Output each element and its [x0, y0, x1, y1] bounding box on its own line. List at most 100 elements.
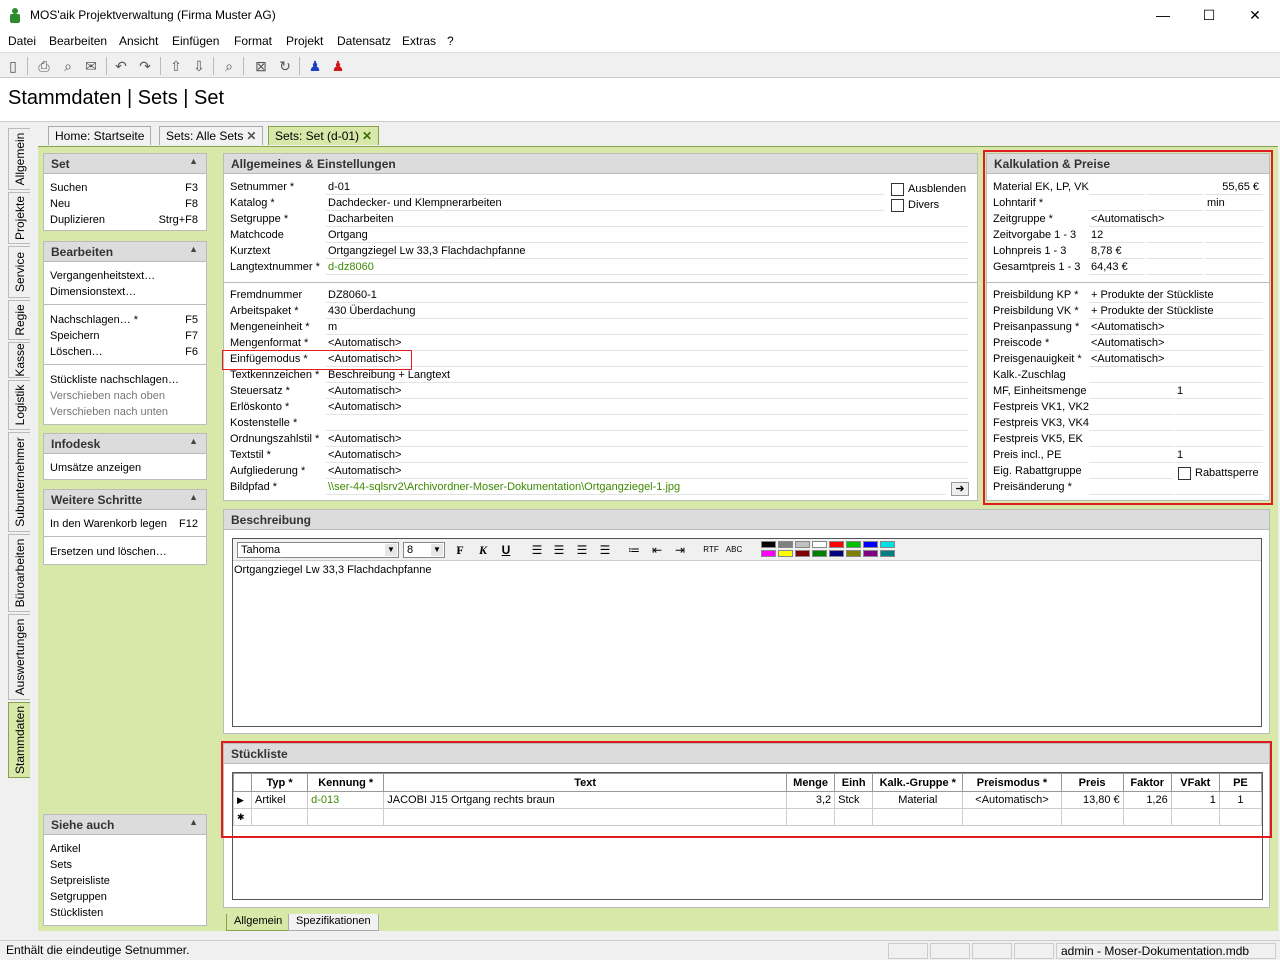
sidebar-item-vergangenheitstext[interactable]: Vergangenheitstext… [50, 270, 155, 282]
field-input[interactable]: <Automatisch> [326, 352, 968, 367]
menu-ansicht[interactable]: Ansicht [119, 34, 158, 48]
color-swatch[interactable] [812, 541, 827, 548]
sidebar-item-verschieben-unten[interactable]: Verschieben nach unten [50, 406, 168, 418]
color-swatch[interactable] [778, 541, 793, 548]
menu-bearbeiten[interactable]: Bearbeiten [49, 34, 107, 48]
sidebar-item-neu[interactable]: Neu [50, 198, 70, 210]
vtab-bueroarbeiten[interactable]: Büroarbeiten [8, 534, 30, 612]
tab-allgemein-bottom[interactable]: Allgemein [226, 914, 291, 931]
color-swatch[interactable] [778, 550, 793, 557]
field-input[interactable]: Dachdecker- und Klempnerarbeiten [326, 196, 884, 211]
color-swatch[interactable] [880, 541, 895, 548]
field-input[interactable]: DZ8060-1 [326, 288, 968, 303]
browse-arrow-icon[interactable]: ➜ [951, 482, 969, 496]
description-text[interactable]: Ortgangziegel Lw 33,3 Flachdachpfanne [234, 564, 432, 576]
sidebar-item-dimensionstext[interactable]: Dimensionstext… [50, 286, 136, 298]
underline-button[interactable]: U [499, 541, 513, 559]
sidebar-item-suchen[interactable]: Suchen [50, 182, 87, 194]
tab-spezifikationen[interactable]: Spezifikationen [288, 914, 379, 931]
sidebar-item-speichern[interactable]: Speichern [50, 330, 100, 342]
indent-icon[interactable]: ⇥ [672, 541, 688, 559]
arrow-down-icon[interactable]: ⇩ [190, 57, 208, 75]
menu-projekt[interactable]: Projekt [286, 34, 323, 48]
align-center-icon[interactable]: ☰ [551, 541, 567, 559]
bullet-list-icon[interactable]: ≔ [626, 541, 642, 559]
field-input[interactable]: <Automatisch> [326, 448, 968, 463]
sidebar-item-nachschlagen[interactable]: Nachschlagen… * [50, 314, 138, 326]
sidebar-item-warenkorb[interactable]: In den Warenkorb legen [50, 518, 167, 530]
color-swatch[interactable] [846, 541, 861, 548]
field-input[interactable]: <Automatisch> [326, 432, 968, 447]
vtab-auswertungen[interactable]: Auswertungen [8, 614, 30, 700]
print-preview-icon[interactable]: ⌕ [59, 57, 77, 75]
font-select[interactable]: Tahoma ▼ [237, 542, 399, 558]
color-swatch[interactable] [846, 550, 861, 557]
field-input[interactable] [326, 416, 968, 431]
link-sets[interactable]: Sets [50, 859, 72, 871]
field-input[interactable]: Dacharbeiten [326, 212, 968, 227]
link-artikel[interactable]: Artikel [50, 843, 81, 855]
field-input[interactable]: <Automatisch> [326, 400, 968, 415]
field-input[interactable]: Ortgang [326, 228, 968, 243]
field-input[interactable]: m [326, 320, 968, 335]
align-left-icon[interactable]: ☰ [529, 541, 545, 559]
collapse-icon[interactable]: ▲ [189, 492, 198, 502]
color-swatch[interactable] [829, 550, 844, 557]
link-setgruppen[interactable]: Setgruppen [50, 891, 107, 903]
color-swatch[interactable] [863, 541, 878, 548]
arrow-up-icon[interactable]: ⇧ [167, 57, 185, 75]
field-input[interactable]: <Automatisch> [326, 464, 968, 479]
align-right-icon[interactable]: ☰ [574, 541, 590, 559]
color-swatch[interactable] [795, 550, 810, 557]
ausblenden-checkbox[interactable] [891, 183, 904, 196]
field-input[interactable]: d-dz8060 [326, 260, 968, 275]
collapse-icon[interactable]: ▲ [189, 244, 198, 254]
menu-help[interactable]: ? [447, 34, 454, 48]
sidebar-item-verschieben-oben[interactable]: Verschieben nach oben [50, 390, 165, 402]
tab-home[interactable]: Home: Startseite [48, 126, 152, 145]
menu-format[interactable]: Format [234, 34, 272, 48]
link-stuecklisten[interactable]: Stücklisten [50, 907, 103, 919]
refresh-icon[interactable]: ↻ [276, 57, 294, 75]
mail-icon[interactable]: ✉ [82, 57, 100, 75]
menu-einfuegen[interactable]: Einfügen [172, 34, 219, 48]
italic-button[interactable]: K [476, 541, 490, 559]
vtab-regie[interactable]: Regie [8, 300, 30, 340]
vtab-logistik[interactable]: Logistik [8, 380, 30, 430]
bold-button[interactable]: F [453, 541, 467, 559]
sidebar-item-umsaetze[interactable]: Umsätze anzeigen [50, 462, 141, 474]
color-swatch[interactable] [812, 550, 827, 557]
search-document-icon[interactable]: ⌕ [220, 57, 238, 75]
field-input[interactable]: d-01 [326, 180, 884, 195]
justify-icon[interactable]: ☰ [597, 541, 613, 559]
divers-checkbox[interactable] [891, 199, 904, 212]
minimize-button[interactable]: — [1140, 0, 1186, 30]
color-swatch[interactable] [863, 550, 878, 557]
new-document-icon[interactable]: ▯ [4, 57, 22, 75]
close-tab-icon[interactable]: ✕ [246, 129, 256, 143]
field-input[interactable]: \\ser-44-sqlsrv2\Archivordner-Moser-Doku… [326, 480, 946, 495]
delete-icon[interactable]: ⊠ [252, 57, 270, 75]
print-icon[interactable]: ⎙ [35, 57, 53, 75]
sidebar-item-ersetzen[interactable]: Ersetzen und löschen… [50, 546, 167, 558]
redo-icon[interactable]: ↷ [136, 57, 154, 75]
undo-icon[interactable]: ↶ [112, 57, 130, 75]
font-size-select[interactable]: 8 ▼ [403, 542, 445, 558]
maximize-button[interactable]: ☐ [1186, 0, 1232, 30]
field-input[interactable]: Ortgangziegel Lw 33,3 Flachdachpfanne [326, 244, 968, 259]
sidebar-item-stueckliste-nachschlagen[interactable]: Stückliste nachschlagen… [50, 374, 179, 386]
field-input[interactable]: <Automatisch> [326, 384, 968, 399]
collapse-icon[interactable]: ▲ [189, 817, 198, 827]
color-swatch[interactable] [795, 541, 810, 548]
sidebar-item-duplizieren[interactable]: Duplizieren [50, 214, 105, 226]
vtab-subunternehmer[interactable]: Subunternehmer [8, 432, 30, 532]
field-input[interactable]: <Automatisch> [326, 336, 968, 351]
link-setpreisliste[interactable]: Setpreisliste [50, 875, 110, 887]
close-tab-icon[interactable]: ✕ [362, 129, 372, 143]
tab-set-d01[interactable]: Sets: Set (d-01) ✕ [268, 126, 380, 145]
user-red-icon[interactable]: ♟ [329, 57, 347, 75]
vtab-allgemein[interactable]: Allgemein [8, 128, 30, 190]
close-button[interactable]: ✕ [1232, 0, 1278, 30]
color-swatch[interactable] [880, 550, 895, 557]
vtab-kasse[interactable]: Kasse [8, 342, 30, 378]
